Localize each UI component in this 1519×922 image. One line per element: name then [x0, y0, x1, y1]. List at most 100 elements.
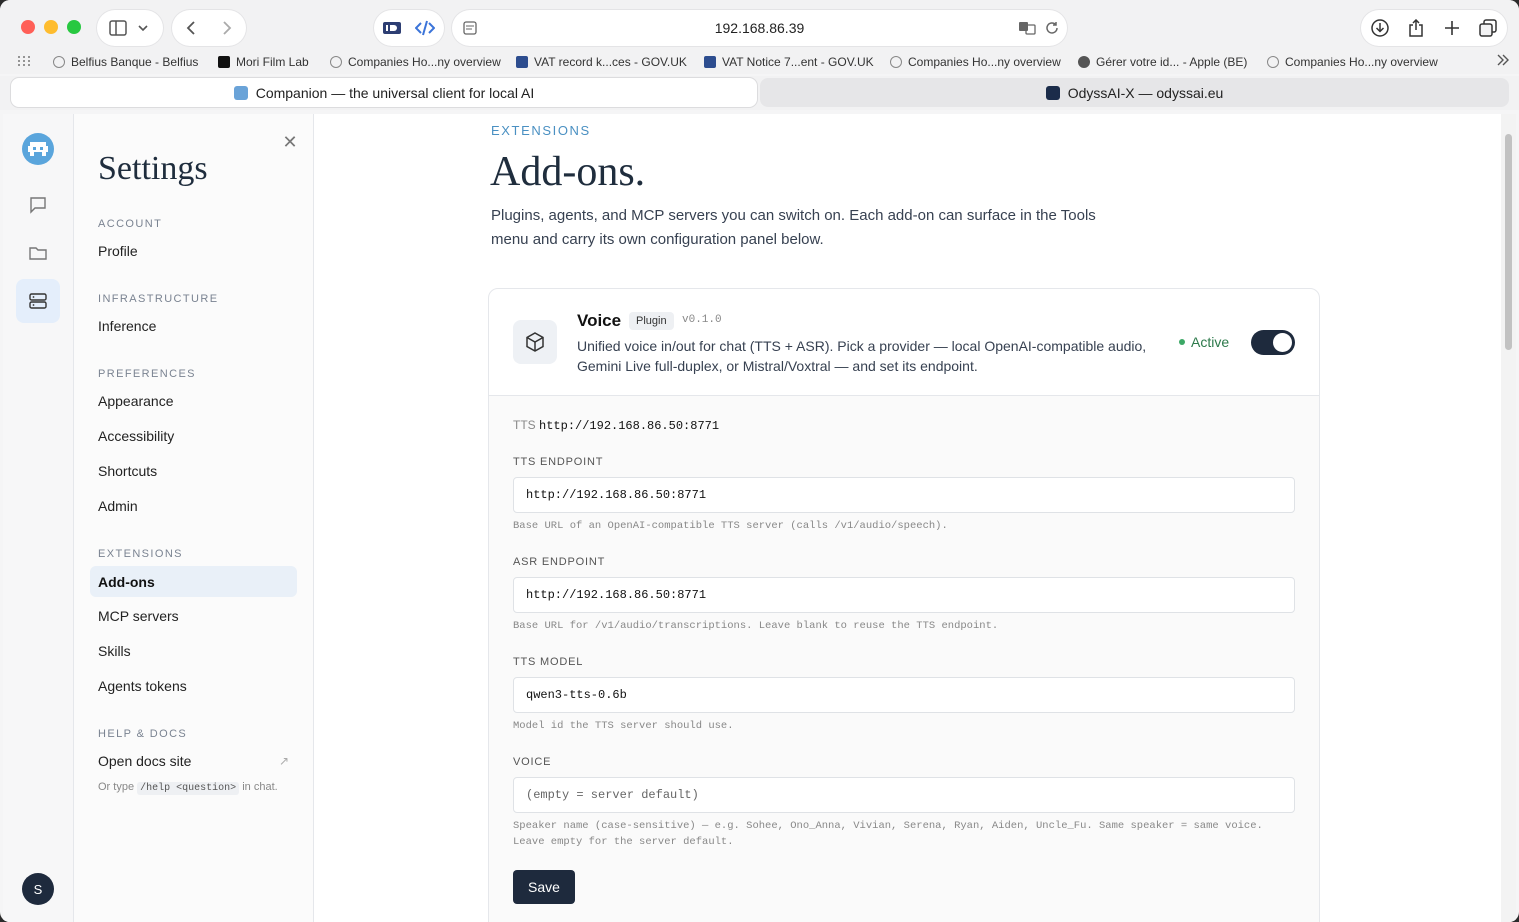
- forward-arrow-icon[interactable]: [209, 10, 245, 46]
- sidebar-item-docs[interactable]: Open docs site ↗: [90, 745, 297, 776]
- bookmark-item[interactable]: Companies Ho...ny overview: [1267, 55, 1438, 69]
- sidebar-item-skills[interactable]: Skills: [90, 635, 297, 666]
- bookmark-item[interactable]: Gérer votre id... - Apple (BE): [1078, 55, 1247, 69]
- translate-icon[interactable]: [1013, 10, 1041, 46]
- address-text[interactable]: 192.168.86.39: [452, 20, 1067, 36]
- sidebar-item-mcp-servers[interactable]: MCP servers: [90, 600, 297, 631]
- server-settings-icon[interactable]: [16, 279, 60, 323]
- addon-config-panel: TTS http://192.168.86.50:8771 TTS ENDPOI…: [489, 396, 1319, 922]
- bookmark-item[interactable]: Companies Ho...ny overview: [890, 55, 1061, 69]
- tts-model-input[interactable]: [513, 677, 1295, 713]
- addon-description: Unified voice in/out for chat (TTS + ASR…: [577, 338, 1147, 374]
- bookmark-item[interactable]: Belfius Banque - Belfius: [53, 55, 198, 69]
- page-eyebrow: EXTENSIONS: [491, 123, 591, 138]
- asr-endpoint-input[interactable]: [513, 577, 1295, 613]
- share-icon[interactable]: [1398, 10, 1434, 46]
- tab-odyssai[interactable]: OdyssAI-X — odyssai.eu: [760, 78, 1509, 107]
- section-infrastructure: INFRASTRUCTURE: [98, 293, 219, 305]
- chevron-down-icon[interactable]: [128, 10, 158, 46]
- addon-type-badge: Plugin: [629, 312, 674, 330]
- sidebar-item-appearance[interactable]: Appearance: [90, 385, 297, 416]
- companion-favicon-icon: [233, 85, 248, 100]
- settings-sidebar: Settings ✕ ACCOUNT Profile INFRASTRUCTUR…: [74, 114, 314, 922]
- status-badge: Active: [1179, 334, 1229, 350]
- sidebar-item-agents-tokens[interactable]: Agents tokens: [90, 670, 297, 701]
- tts-model-label: TTS MODEL: [513, 656, 584, 668]
- apple-icon: [1078, 56, 1090, 68]
- apps-grid-icon[interactable]: [17, 55, 31, 67]
- bookmark-item[interactable]: VAT Notice 7...ent - GOV.UK: [704, 55, 874, 69]
- page-scrollbar[interactable]: [1501, 114, 1516, 922]
- browser-window: 192.168.86.39 Belfius Banque - Belfius M: [0, 0, 1519, 922]
- tts-endpoint-label: TTS ENDPOINT: [513, 456, 604, 468]
- sidebar-item-shortcuts[interactable]: Shortcuts: [90, 455, 297, 486]
- bookmarks-bar: Belfius Banque - Belfius Mori Film Lab C…: [0, 52, 1519, 74]
- back-arrow-icon[interactable]: [173, 10, 209, 46]
- voice-input[interactable]: [513, 777, 1295, 813]
- app-content: S Settings ✕ ACCOUNT Profile INFRASTRUCT…: [3, 114, 1516, 922]
- help-command: /help <question>: [137, 782, 240, 795]
- voice-label: VOICE: [513, 756, 552, 768]
- bookmark-item[interactable]: Mori Film Lab: [218, 55, 309, 69]
- page-description: Plugins, agents, and MCP servers you can…: [491, 207, 1096, 248]
- close-window-button[interactable]: [21, 20, 35, 34]
- voice-help: Speaker name (case-sensitive) — e.g. Soh…: [513, 820, 1263, 848]
- more-bookmarks-icon[interactable]: [1496, 54, 1510, 66]
- download-icon[interactable]: [1362, 10, 1398, 46]
- sidebar-item-inference[interactable]: Inference: [90, 310, 297, 341]
- gov-crown-icon: [704, 56, 716, 68]
- sidebar-item-profile[interactable]: Profile: [90, 235, 297, 266]
- save-button[interactable]: Save: [513, 870, 575, 904]
- addon-header: Voice Plugin v0.1.0 Unified voice in/out…: [489, 289, 1319, 396]
- toggle-knob: [1273, 333, 1292, 352]
- bookmark-item[interactable]: VAT record k...ces - GOV.UK: [516, 55, 687, 69]
- browser-toolbar: 192.168.86.39: [0, 0, 1519, 52]
- minimize-window-button[interactable]: [44, 20, 58, 34]
- asr-endpoint-label: ASR ENDPOINT: [513, 556, 606, 568]
- tts-endpoint-input[interactable]: [513, 477, 1295, 513]
- odyssai-favicon-icon: [1045, 85, 1060, 100]
- main-panel: EXTENSIONS Add-ons. Plugins, agents, and…: [314, 114, 1501, 922]
- address-bar[interactable]: 192.168.86.39: [452, 10, 1067, 46]
- settings-title: Settings: [98, 150, 208, 187]
- chat-icon[interactable]: [16, 183, 60, 227]
- section-extensions: EXTENSIONS: [98, 548, 183, 560]
- new-tab-icon[interactable]: [1434, 10, 1470, 46]
- folder-icon[interactable]: [16, 231, 60, 275]
- nav-rail: S: [3, 114, 74, 922]
- app-logo-icon[interactable]: [22, 133, 54, 165]
- section-help: HELP & DOCS: [98, 728, 188, 740]
- addon-version: v0.1.0: [682, 314, 722, 326]
- globe-icon: [1267, 56, 1279, 68]
- section-account: ACCOUNT: [98, 218, 163, 230]
- cube-icon: [513, 320, 557, 364]
- sidebar-item-admin[interactable]: Admin: [90, 490, 297, 521]
- globe-icon: [890, 56, 902, 68]
- sidebar-item-accessibility[interactable]: Accessibility: [90, 420, 297, 451]
- addon-card-voice: Voice Plugin v0.1.0 Unified voice in/out…: [488, 288, 1320, 922]
- id-extension-icon[interactable]: [374, 10, 410, 46]
- tab-bar: Companion — the universal client for loc…: [0, 76, 1519, 110]
- tab-companion[interactable]: Companion — the universal client for loc…: [11, 78, 757, 107]
- mori-logo-icon: [218, 56, 230, 68]
- help-hint: Or type /help <question> in chat.: [98, 781, 278, 795]
- avatar[interactable]: S: [22, 873, 54, 905]
- tab-overview-icon[interactable]: [1470, 10, 1506, 46]
- gov-crown-icon: [516, 56, 528, 68]
- addon-name: Voice: [577, 311, 622, 330]
- code-extension-icon[interactable]: [407, 10, 443, 46]
- reload-icon[interactable]: [1038, 10, 1066, 46]
- sidebar-item-addons[interactable]: Add-ons: [90, 566, 297, 597]
- close-icon[interactable]: ✕: [280, 132, 300, 152]
- tts-model-help: Model id the TTS server should use.: [513, 720, 734, 732]
- globe-icon: [330, 56, 342, 68]
- scrollbar-thumb[interactable]: [1505, 134, 1512, 350]
- tts-endpoint-help: Base URL of an OpenAI-compatible TTS ser…: [513, 520, 948, 532]
- bookmark-item[interactable]: Companies Ho...ny overview: [330, 55, 501, 69]
- globe-icon: [53, 56, 65, 68]
- status-dot-icon: [1179, 339, 1185, 345]
- external-link-icon: ↗: [278, 753, 289, 768]
- addon-enable-toggle[interactable]: [1251, 330, 1295, 355]
- section-preferences: PREFERENCES: [98, 368, 196, 380]
- zoom-window-button[interactable]: [67, 20, 81, 34]
